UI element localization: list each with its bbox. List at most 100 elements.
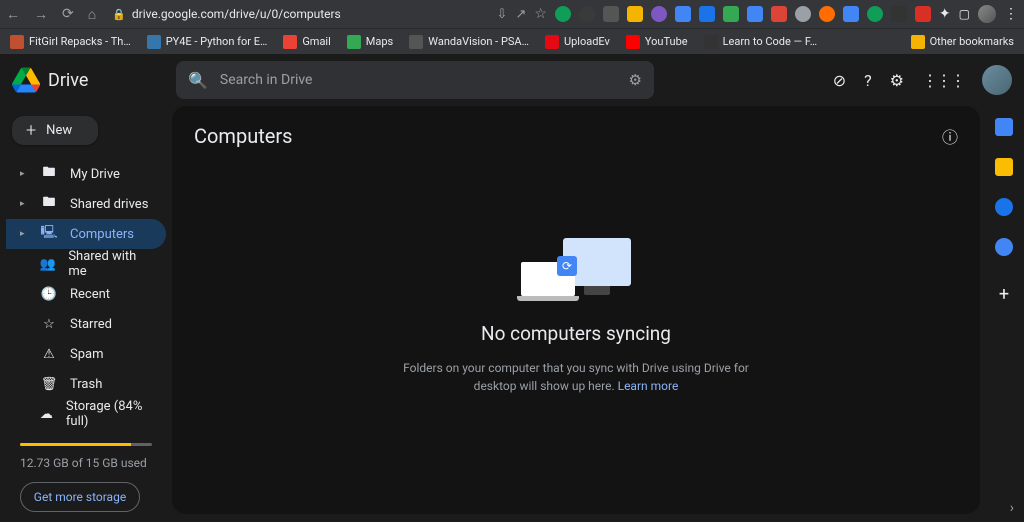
sidebar-item-trash[interactable]: 🗑Trash — [6, 369, 166, 399]
ext-icon[interactable] — [651, 6, 667, 22]
favicon-icon — [283, 35, 297, 49]
contacts-icon[interactable] — [995, 238, 1013, 256]
ext-icon[interactable] — [627, 6, 643, 22]
ext-icon[interactable] — [579, 6, 595, 22]
storage-bar — [20, 443, 152, 446]
star-icon[interactable]: ☆ — [534, 6, 547, 22]
bookmark-item[interactable]: YouTube — [626, 35, 688, 49]
get-storage-button[interactable]: Get more storage — [20, 482, 140, 512]
search-box[interactable]: 🔍 ⚙ — [176, 61, 654, 99]
ext-icon[interactable] — [795, 6, 811, 22]
help-icon[interactable]: ? — [864, 71, 872, 90]
caret-icon: ▸ — [20, 229, 28, 239]
bookmarks-bar: FitGirl Repacks - Th… PY4E - Python for E… — [0, 28, 1024, 54]
app-header: Drive 🔍 ⚙ ⊘ ? ⚙ ⋮⋮⋮ — [0, 54, 1024, 106]
back-icon[interactable]: ← — [6, 6, 20, 23]
sidebar-item-computer[interactable]: ▸ 🖳 Computers — [6, 219, 166, 249]
ext-icon[interactable] — [771, 6, 787, 22]
window-icon[interactable]: ▢ — [959, 7, 970, 21]
sidebar-item-label: Starred — [70, 317, 112, 332]
menu-icon[interactable]: ⋮ — [1004, 6, 1018, 22]
sidebar-item-label: Shared drives — [70, 197, 148, 212]
keep-icon[interactable] — [995, 158, 1013, 176]
favicon-icon — [626, 35, 640, 49]
sidebar-item-people[interactable]: 👥 Shared with me — [6, 249, 166, 279]
offline-icon[interactable]: ⊘ — [833, 71, 846, 90]
add-addon-icon[interactable]: + — [999, 284, 1009, 305]
forward-icon[interactable]: → — [34, 6, 48, 23]
sidebar-item-label: Recent — [70, 287, 110, 302]
install-icon[interactable]: ⇩ — [497, 7, 508, 22]
sidebar-item-star[interactable]: ☆Starred — [6, 309, 166, 339]
nav: ▸🖿My Drive▸🖿Shared drives▸🖳Computers👥Sha… — [6, 159, 166, 429]
ext-icon[interactable] — [843, 6, 859, 22]
hide-panel-icon[interactable]: › — [1010, 500, 1014, 516]
sidebar-item-label: My Drive — [70, 167, 120, 182]
ext-icon[interactable] — [723, 6, 739, 22]
drive-logo[interactable]: Drive — [12, 66, 162, 94]
side-panel: + — [984, 106, 1024, 514]
sidebar-item-label: Spam — [70, 347, 104, 362]
bookmark-item[interactable]: Maps — [347, 35, 393, 49]
home-icon[interactable]: ⌂ — [88, 6, 96, 23]
sidebar-item-label: Computers — [70, 227, 134, 242]
people-icon: 👥 — [39, 257, 56, 272]
ext-icon[interactable] — [675, 6, 691, 22]
ext-icon[interactable] — [891, 6, 907, 22]
ext-icon[interactable] — [747, 6, 763, 22]
extensions-icon[interactable]: ✦ — [939, 6, 951, 22]
ext-icon[interactable] — [555, 6, 571, 22]
sidebar-item-folder[interactable]: ▸🖿My Drive — [6, 159, 166, 189]
apps-icon[interactable]: ⋮⋮⋮ — [922, 71, 964, 90]
settings-icon[interactable]: ⚙ — [890, 71, 904, 90]
sidebar-item-spam[interactable]: ⚠Spam — [6, 339, 166, 369]
favicon-icon — [10, 35, 24, 49]
caret-icon: ▸ — [20, 199, 28, 209]
bookmark-item[interactable]: Gmail — [283, 35, 330, 49]
learn-more-link[interactable]: Learn more — [618, 379, 679, 393]
tasks-icon[interactable] — [995, 198, 1013, 216]
empty-state: ⟳ No computers syncing Folders on your c… — [194, 132, 958, 496]
drive-icon — [12, 66, 40, 94]
sidebar-item-cloud[interactable]: ☁Storage (84% full) — [6, 399, 166, 429]
lock-icon: 🔒 — [112, 8, 126, 21]
bookmark-item[interactable]: UploadEv — [545, 35, 610, 49]
search-input[interactable] — [220, 72, 617, 88]
sidebar-item-label: Shared with me — [68, 249, 152, 279]
address-bar[interactable]: 🔒 drive.google.com/drive/u/0/computers — [112, 7, 341, 21]
sidebar-item-shared[interactable]: ▸ 🖿 Shared drives — [6, 189, 166, 219]
folder-icon: 🖿 — [40, 163, 58, 185]
empty-title: No computers syncing — [481, 322, 671, 345]
ext-icon[interactable] — [915, 6, 931, 22]
favicon-icon — [147, 35, 161, 49]
bookmark-item[interactable]: PY4E - Python for E… — [147, 35, 268, 49]
calendar-icon[interactable] — [995, 118, 1013, 136]
share-icon[interactable]: ↗ — [515, 7, 526, 22]
bookmark-item[interactable]: FitGirl Repacks - Th… — [10, 35, 131, 49]
trash-icon: 🗑 — [40, 377, 58, 392]
ext-icon[interactable] — [819, 6, 835, 22]
search-options-icon[interactable]: ⚙ — [629, 71, 642, 89]
storage-section: 12.73 GB of 15 GB used Get more storage — [6, 429, 166, 512]
empty-illustration: ⟳ — [521, 234, 631, 308]
sidebar-item-clock[interactable]: 🕒Recent — [6, 279, 166, 309]
ext-icon[interactable] — [603, 6, 619, 22]
folder-icon — [911, 35, 925, 49]
profile-avatar[interactable] — [978, 5, 996, 23]
new-button[interactable]: + New — [12, 116, 98, 145]
bookmark-item[interactable]: Learn to Code — F… — [704, 35, 817, 49]
header-actions: ⊘ ? ⚙ ⋮⋮⋮ — [833, 65, 1012, 95]
account-avatar[interactable] — [982, 65, 1012, 95]
other-bookmarks[interactable]: Other bookmarks — [911, 35, 1014, 49]
sync-icon: ⟳ — [557, 256, 577, 276]
cloud-icon: ☁ — [39, 407, 54, 422]
bookmark-item[interactable]: WandaVision - PSA… — [409, 35, 529, 49]
reload-icon[interactable]: ⟳ — [62, 6, 74, 22]
favicon-icon — [704, 35, 718, 49]
computer-icon: 🖳 — [40, 223, 58, 245]
storage-text: 12.73 GB of 15 GB used — [20, 456, 152, 470]
ext-icon[interactable] — [699, 6, 715, 22]
favicon-icon — [545, 35, 559, 49]
shared-icon: 🖿 — [40, 193, 58, 215]
ext-icon[interactable] — [867, 6, 883, 22]
